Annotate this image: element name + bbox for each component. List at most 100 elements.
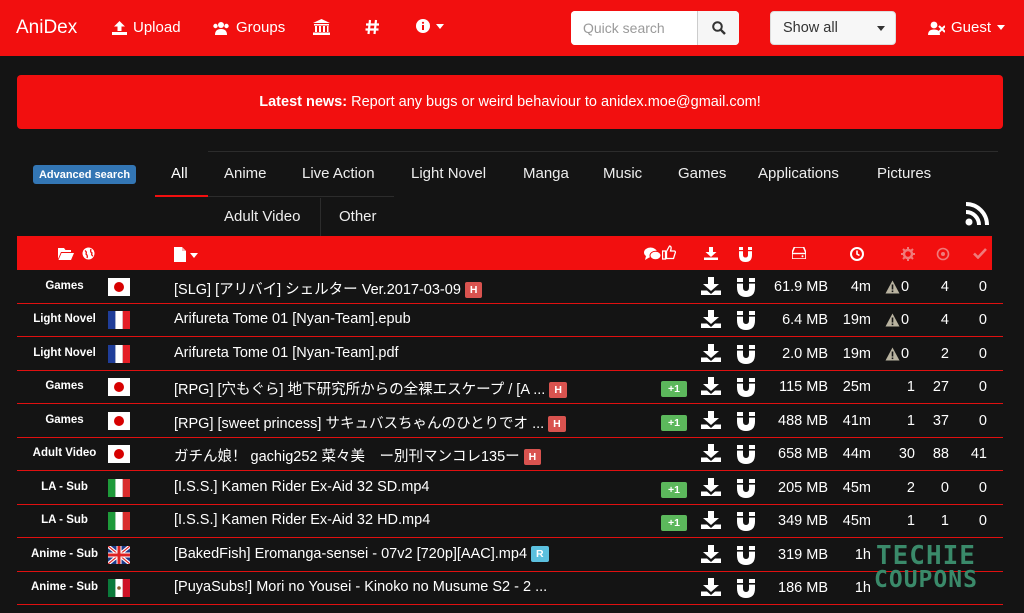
tab-music[interactable]: Music (603, 165, 642, 182)
row-seeders: 1 (906, 513, 915, 529)
clock-icon[interactable] (850, 247, 864, 261)
tab-manga[interactable]: Manga (523, 165, 569, 182)
download-icon (701, 277, 721, 295)
user-menu[interactable]: Guest (928, 19, 1006, 36)
magnet-button[interactable] (736, 378, 756, 402)
folder-open-icon[interactable] (58, 247, 74, 260)
download-button[interactable] (701, 444, 721, 467)
magnet-button[interactable] (736, 445, 756, 469)
user-secret-icon (928, 21, 945, 35)
table-row[interactable]: LA - Sub [I.S.S.] Kamen Rider Ex-Aid 32 H… (17, 505, 1003, 538)
row-category[interactable]: Light Novel (17, 347, 112, 359)
tab-live-action[interactable]: Live Action (302, 165, 375, 182)
torrent-name-link[interactable]: [BakedFish] Eromanga-sensei - 07v2 [720p… (174, 546, 549, 562)
table-row[interactable]: Games [RPG] [穴もぐら] 地下研究所からの全裸エスケープ / [A .… (17, 371, 1003, 404)
magnet-button[interactable] (736, 579, 756, 603)
download-icon (701, 411, 721, 429)
download-button[interactable] (701, 377, 721, 400)
table-row[interactable]: Adult Video ガチん娘！ gachig252 菜々美 ー別刊マンコレ13… (17, 438, 1003, 471)
download-button[interactable] (701, 277, 721, 300)
caret-down-icon (997, 25, 1006, 30)
row-size: 349 MB (778, 513, 828, 529)
leechers-icon[interactable] (936, 247, 950, 261)
magnet-button[interactable] (736, 479, 756, 503)
row-category[interactable]: Games (17, 414, 112, 426)
torrent-name-link[interactable]: ガチん娘！ gachig252 菜々美 ー別刊マンコレ135ー H (174, 445, 542, 466)
table-row[interactable]: Anime - Sub [BakedFish] Eromanga-sensei -… (17, 539, 1003, 572)
torrent-name-link[interactable]: [I.S.S.] Kamen Rider Ex-Aid 32 HD.mp4 (174, 512, 430, 528)
table-row[interactable]: Games [RPG] [sweet princess] サキュバスちゃんのひとり… (17, 405, 1003, 438)
row-seeders: 30 (898, 446, 915, 462)
rss-icon[interactable] (965, 202, 991, 226)
file-icon[interactable] (174, 247, 186, 262)
filter-select[interactable]: Show all (770, 11, 896, 45)
hdd-icon[interactable] (792, 247, 806, 259)
torrent-name-link[interactable]: [RPG] [穴もぐら] 地下研究所からの全裸エスケープ / [A ... H (174, 378, 567, 399)
download-button[interactable] (701, 511, 721, 534)
library-link[interactable] (313, 19, 330, 35)
brand-logo[interactable]: AniDex (16, 17, 77, 39)
magnet-button[interactable] (736, 512, 756, 536)
tab-games[interactable]: Games (678, 165, 726, 182)
torrent-name-link[interactable]: [PuyaSubs!] Mori no Yousei - Kinoko no M… (174, 579, 547, 595)
tab-all[interactable]: All (171, 165, 188, 182)
download-button[interactable] (701, 478, 721, 501)
search-input[interactable] (571, 11, 697, 45)
torrent-name-link[interactable]: [SLG] [アリバイ] シェルター Ver.2017-03-09 H (174, 278, 483, 299)
advanced-search-button[interactable]: Advanced search (33, 165, 136, 184)
row-category[interactable]: LA - Sub (17, 481, 112, 493)
caret-down-icon[interactable] (190, 253, 198, 258)
table-row[interactable]: Games [SLG] [アリバイ] シェルター Ver.2017-03-09 H 6… (17, 271, 1003, 304)
tab-applications[interactable]: Applications (758, 165, 839, 182)
tab-anime[interactable]: Anime (224, 165, 267, 182)
tags-link[interactable] (365, 19, 380, 35)
tab-other[interactable]: Other (339, 208, 377, 225)
row-category[interactable]: Anime - Sub (17, 581, 112, 593)
magnet-button[interactable] (736, 311, 756, 335)
check-icon[interactable] (973, 248, 987, 259)
row-badge: H (549, 382, 567, 398)
torrent-name-link[interactable]: [RPG] [sweet princess] サキュバスちゃんのひとりでオ ..… (174, 412, 566, 433)
thumbs-up-icon[interactable] (662, 245, 676, 260)
download-button[interactable] (701, 411, 721, 434)
row-category[interactable]: Anime - Sub (17, 548, 112, 560)
search-button[interactable] (697, 11, 739, 45)
row-category[interactable]: LA - Sub (17, 514, 112, 526)
row-age: 19m (842, 346, 871, 362)
row-category[interactable]: Adult Video (17, 447, 112, 459)
torrent-name-link[interactable]: Arifureta Tome 01 [Nyan-Team].epub (174, 311, 411, 327)
torrent-name-link[interactable]: [I.S.S.] Kamen Rider Ex-Aid 32 SD.mp4 (174, 479, 429, 495)
upload-link[interactable]: Upload (112, 19, 181, 36)
download-button[interactable] (701, 578, 721, 601)
download-button[interactable] (701, 310, 721, 333)
tab-light-novel[interactable]: Light Novel (411, 165, 486, 182)
row-category[interactable]: Games (17, 380, 112, 392)
magnet-icon[interactable] (738, 247, 753, 262)
likes-badge: +1 (661, 381, 687, 397)
flag-jp-icon (108, 378, 130, 396)
magnet-button[interactable] (736, 546, 756, 570)
torrent-name: [RPG] [sweet princess] サキュバスちゃんのひとりでオ ..… (174, 416, 545, 432)
torrent-name-link[interactable]: Arifureta Tome 01 [Nyan-Team].pdf (174, 345, 399, 361)
seeders-icon[interactable] (901, 247, 915, 261)
table-row[interactable]: Light Novel Arifureta Tome 01 [Nyan-Team]… (17, 338, 1003, 371)
table-row[interactable]: Anime - Sub [PuyaSubs!] Mori no Yousei - … (17, 572, 1003, 605)
table-row[interactable]: Light Novel Arifureta Tome 01 [Nyan-Team]… (17, 304, 1003, 337)
tab-adult-video[interactable]: Adult Video (224, 208, 300, 225)
table-row[interactable]: LA - Sub [I.S.S.] Kamen Rider Ex-Aid 32 S… (17, 472, 1003, 505)
tab-pictures[interactable]: Pictures (877, 165, 931, 182)
row-leechers: 1 (940, 513, 949, 529)
globe-icon[interactable] (82, 247, 95, 260)
groups-link[interactable]: Groups (212, 19, 285, 36)
comments-icon[interactable] (644, 247, 661, 261)
magnet-button[interactable] (736, 278, 756, 302)
row-category[interactable]: Light Novel (17, 313, 112, 325)
download-icon[interactable] (704, 247, 718, 260)
download-button[interactable] (701, 545, 721, 568)
row-category[interactable]: Games (17, 280, 112, 292)
magnet-button[interactable] (736, 412, 756, 436)
magnet-button[interactable] (736, 345, 756, 369)
row-completed: 0 (978, 379, 987, 395)
info-menu[interactable] (416, 19, 444, 33)
download-button[interactable] (701, 344, 721, 367)
